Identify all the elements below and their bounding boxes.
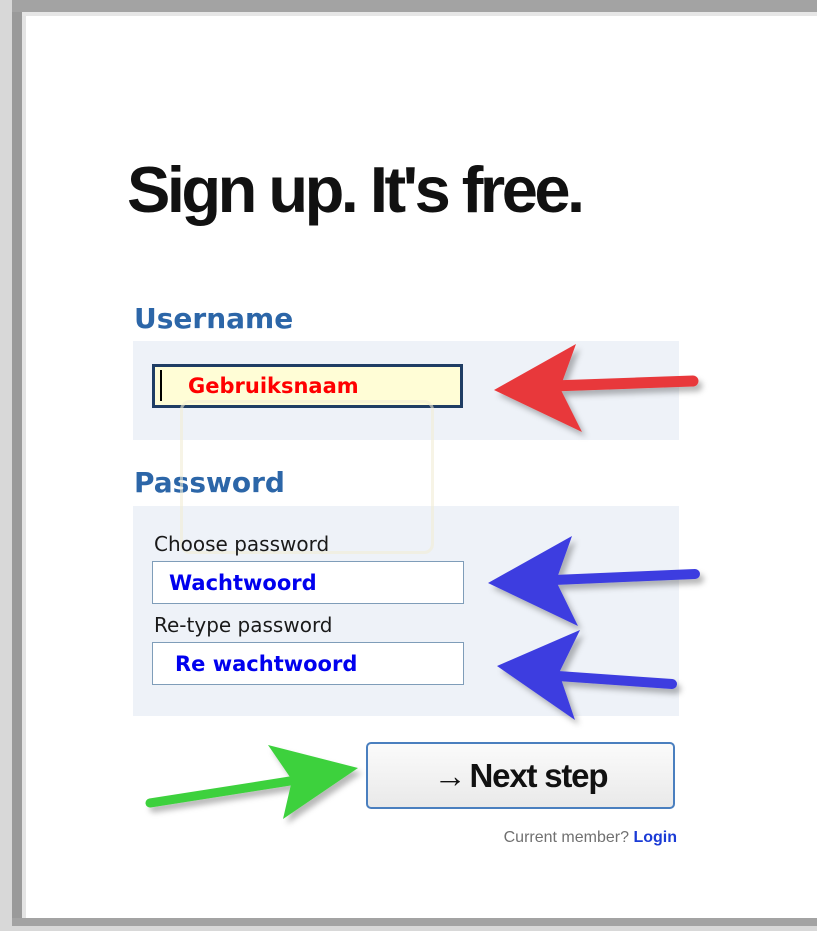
next-step-label: Next step [469,756,609,794]
window-frame-bottom-base [0,926,817,931]
window-frame-top-inner [22,12,817,16]
page-title: Sign up. It's free. [127,153,585,226]
green-arrow-icon [145,745,358,819]
window-frame-top [12,0,817,12]
choose-password-label: Choose password [154,532,330,556]
retype-password-label: Re-type password [154,613,333,637]
right-arrow-icon: → [433,756,467,794]
retype-password-input[interactable] [152,642,464,685]
faded-card-outline [180,400,434,554]
next-step-button[interactable]: → Next step [366,742,675,809]
window-frame-left-inner [22,0,26,931]
member-prompt-text: Current member? [503,829,629,846]
choose-password-input[interactable] [152,561,464,604]
username-section-title: Username [134,302,294,335]
member-prompt: Current member? Login [504,829,677,847]
window-frame-bottom [12,918,817,926]
window-frame-left [0,0,12,931]
text-caret [160,370,162,401]
window-frame-left-line [12,0,22,931]
login-link[interactable]: Login [633,829,677,846]
